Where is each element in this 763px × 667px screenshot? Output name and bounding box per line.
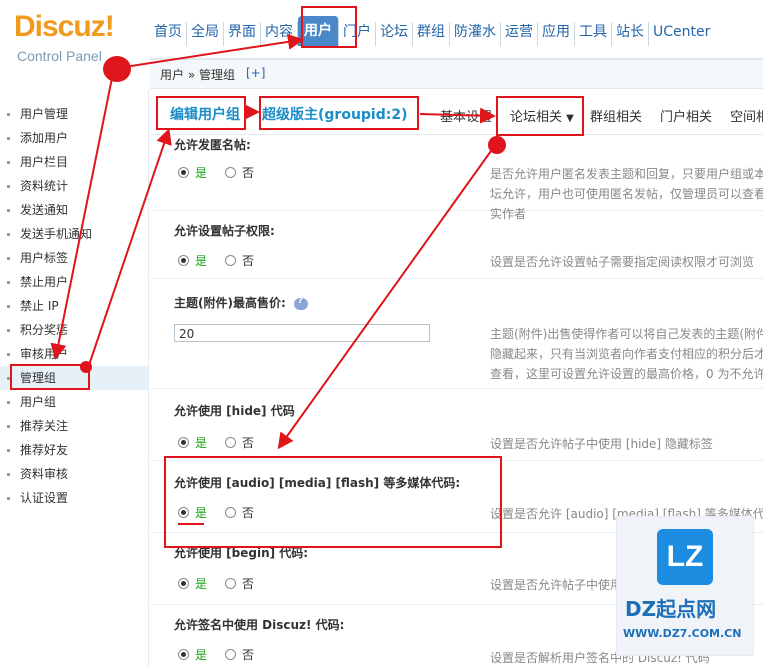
sidebar-item-verify-settings[interactable]: 认证设置 (0, 486, 148, 510)
radio-yes[interactable] (178, 255, 189, 266)
sidebar-item-ban-ip[interactable]: 禁止 IP (0, 294, 148, 318)
annotation-box-media-code (164, 456, 502, 548)
watermark-mark: LZ (657, 529, 713, 585)
radio-no-label: 否 (242, 648, 255, 662)
setting-row-post-permission: 允许设置帖子权限: 是 否 设置是否允许设置帖子需要指定阅读权限才可浏览 (150, 210, 763, 279)
annotation-dot (488, 136, 506, 154)
annotation-box-admin-group (10, 364, 90, 390)
radio-no[interactable] (225, 167, 237, 178)
nav-forum[interactable]: 论坛 (376, 22, 413, 46)
radio-no-label: 否 (242, 577, 255, 591)
radio-group: 是 否 (178, 434, 254, 451)
sidebar-item-profile-stats[interactable]: 资料统计 (0, 174, 148, 198)
nav-group[interactable]: 群组 (413, 22, 450, 46)
sidebar-item-add-user[interactable]: 添加用户 (0, 126, 148, 150)
breadcrumb: 用户 » 管理组 (160, 68, 235, 82)
breadcrumb-toggle[interactable]: [+] (246, 66, 265, 80)
sidebar-item-moderate-user[interactable]: 审核用户 (0, 342, 148, 366)
tab-basic[interactable]: 基本设置 (440, 106, 492, 125)
nav-antispam[interactable]: 防灌水 (450, 22, 501, 46)
logo-subtitle: Control Panel (17, 48, 102, 64)
radio-yes[interactable] (178, 578, 189, 589)
radio-no[interactable] (225, 255, 237, 266)
setting-label: 主题(附件)最高售价: (174, 294, 308, 311)
watermark-logo: LZ DZ起点网 WWW.DZ7.COM.CN (616, 516, 754, 656)
radio-yes[interactable] (178, 167, 189, 178)
annotation-box-user-nav (301, 6, 357, 48)
radio-no-label: 否 (242, 166, 255, 180)
help-icon[interactable] (293, 296, 308, 310)
nav-content[interactable]: 内容 (261, 22, 298, 46)
annotation-dot (103, 56, 131, 82)
nav-ucenter[interactable]: UCenter (649, 22, 714, 46)
radio-no-label: 否 (242, 436, 255, 450)
nav-tools[interactable]: 工具 (575, 22, 612, 46)
sidebar-item-send-notice[interactable]: 发送通知 (0, 198, 148, 222)
radio-yes-label: 是 (195, 166, 208, 180)
nav-style[interactable]: 界面 (224, 22, 261, 46)
sidebar-item-user-fields[interactable]: 用户栏目 (0, 150, 148, 174)
tab-space[interactable]: 空间相关 (730, 106, 763, 125)
radio-no[interactable] (225, 649, 237, 660)
watermark-url: WWW.DZ7.COM.CN (623, 627, 742, 640)
sidebar-item-ban-user[interactable]: 禁止用户 (0, 270, 148, 294)
annotation-box-edit-group (156, 96, 246, 130)
setting-desc: 设置是否允许设置帖子需要指定阅读权限才可浏览 (490, 255, 755, 269)
setting-row-max-price: 主题(附件)最高售价: 20 主题(附件)出售使得作者可以将自己发表的主题(附件… (150, 278, 763, 389)
radio-group: 是 否 (178, 575, 254, 592)
sidebar-item-user-manage[interactable]: 用户管理 (0, 102, 148, 126)
setting-label: 允许签名中使用 Discuz! 代码: (174, 618, 345, 632)
sidebar-item-send-mobile-notice[interactable]: 发送手机通知 (0, 222, 148, 246)
radio-yes[interactable] (178, 437, 189, 448)
sidebar-item-user-tags[interactable]: 用户标签 (0, 246, 148, 270)
tab-portal[interactable]: 门户相关 (660, 106, 712, 125)
sidebar-item-recommend-friend[interactable]: 推荐好友 (0, 438, 148, 462)
setting-label: 允许发匿名帖: (174, 138, 251, 152)
setting-label: 允许使用 [hide] 代码 (174, 404, 295, 418)
logo-title: Discuz! (14, 10, 115, 43)
max-price-input[interactable]: 20 (174, 324, 430, 342)
radio-no[interactable] (225, 578, 237, 589)
watermark-title: DZ起点网 (625, 597, 717, 621)
top-nav: 首页 全局 界面 内容 用户 门户 论坛 群组 防灌水 运营 应用 工具 站长 … (150, 0, 763, 60)
breadcrumb-bar: 用户 » 管理组 [+] (150, 60, 763, 89)
radio-yes-label: 是 (195, 577, 208, 591)
radio-yes-label: 是 (195, 254, 208, 268)
radio-yes-label: 是 (195, 648, 208, 662)
nav-home[interactable]: 首页 (150, 22, 187, 46)
radio-yes-label: 是 (195, 436, 208, 450)
annotation-box-forum-tab (496, 96, 584, 136)
nav-plugin[interactable]: 应用 (538, 22, 575, 46)
radio-group: 是 否 (178, 252, 254, 269)
setting-row-anonymous: 允许发匿名帖: 是 否 是否允许用户匿名发表主题和回复，只要用户组或本论坛允许，… (150, 134, 763, 221)
radio-no-label: 否 (242, 254, 255, 268)
setting-desc: 设置是否允许帖子中使用 [hide] 隐藏标签 (490, 437, 713, 451)
nav-founder[interactable]: 站长 (612, 22, 649, 46)
sidebar-item-credit-reward[interactable]: 积分奖惩 (0, 318, 148, 342)
setting-row-hide-code: 允许使用 [hide] 代码 是 否 设置是否允许帖子中使用 [hide] 隐藏… (150, 388, 763, 461)
nav-operation[interactable]: 运营 (501, 22, 538, 46)
tab-group[interactable]: 群组相关 (590, 106, 642, 125)
annotation-dot (80, 361, 92, 373)
sidebar-item-recommend-follow[interactable]: 推荐关注 (0, 414, 148, 438)
radio-yes[interactable] (178, 649, 189, 660)
annotation-box-group-name (259, 96, 419, 130)
radio-group: 是 否 (178, 646, 254, 663)
setting-desc: 主题(附件)出售使得作者可以将自己发表的主题(附件)隐藏起来，只有当浏览者向作者… (490, 327, 763, 381)
radio-group: 是 否 (178, 164, 254, 181)
sidebar-item-profile-verify[interactable]: 资料审核 (0, 462, 148, 486)
nav-global[interactable]: 全局 (187, 22, 224, 46)
setting-label: 允许设置帖子权限: (174, 224, 275, 238)
setting-label-text: 主题(附件)最高售价: (174, 296, 286, 310)
radio-no[interactable] (225, 437, 237, 448)
sidebar-item-user-group[interactable]: 用户组 (0, 390, 148, 414)
